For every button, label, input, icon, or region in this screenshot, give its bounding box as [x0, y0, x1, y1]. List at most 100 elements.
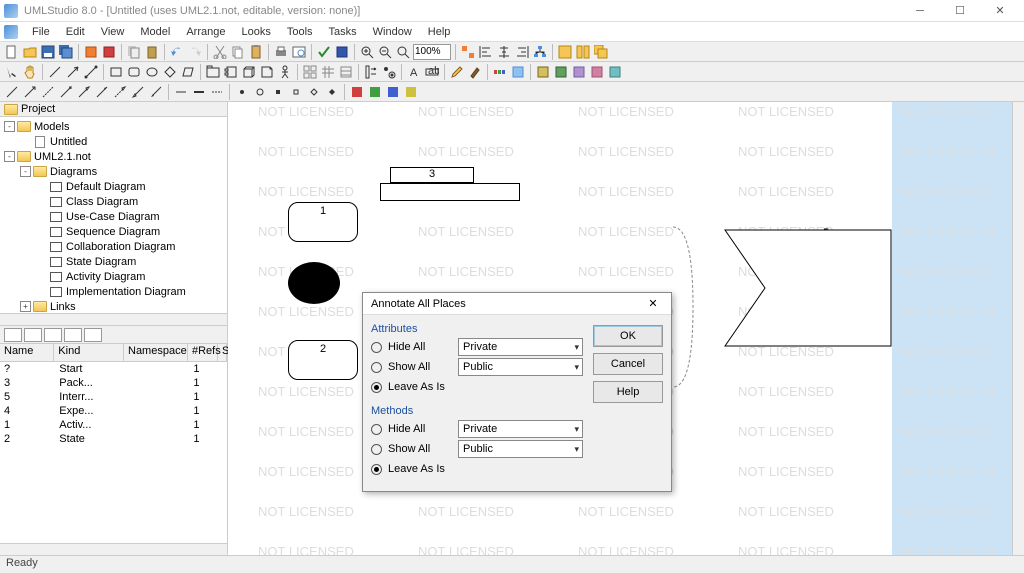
brush-icon[interactable] — [467, 64, 483, 80]
zoom-fit-icon[interactable] — [395, 44, 411, 60]
link8-icon[interactable] — [130, 84, 146, 100]
copy-icon[interactable] — [126, 44, 142, 60]
diamond-icon[interactable] — [162, 64, 178, 80]
menu-tools[interactable]: Tools — [279, 24, 321, 40]
table-row[interactable]: 1Activ...1 — [0, 418, 227, 432]
link7-icon[interactable] — [112, 84, 128, 100]
menu-edit[interactable]: Edit — [58, 24, 93, 40]
menu-window[interactable]: Window — [365, 24, 420, 40]
text-icon[interactable]: A — [406, 64, 422, 80]
tree-item[interactable]: -UML2.1.not — [0, 149, 227, 164]
menu-view[interactable]: View — [93, 24, 133, 40]
grid-tab-4[interactable] — [64, 328, 82, 342]
table-row[interactable]: 4Expe...1 — [0, 404, 227, 418]
copy2-icon[interactable] — [230, 44, 246, 60]
label-icon[interactable]: ab — [424, 64, 440, 80]
grid-tab-5[interactable] — [84, 328, 102, 342]
menu-arrange[interactable]: Arrange — [178, 24, 233, 40]
grid-header-cell[interactable]: Sul — [218, 344, 227, 361]
link1-icon[interactable] — [4, 84, 20, 100]
seq-icon[interactable] — [363, 64, 379, 80]
close-button[interactable]: ✕ — [980, 1, 1020, 21]
meth-leave-radio[interactable] — [371, 464, 382, 475]
zoom-combo[interactable] — [413, 44, 451, 60]
connector-icon[interactable] — [83, 64, 99, 80]
tree-item[interactable]: Sequence Diagram — [0, 224, 227, 239]
fill-icon[interactable] — [510, 64, 526, 80]
pointer-icon[interactable] — [4, 64, 20, 80]
grid-header-cell[interactable]: Name — [0, 344, 54, 361]
end5-icon[interactable] — [306, 84, 322, 100]
align-left-icon[interactable] — [478, 44, 494, 60]
layout-icon[interactable] — [460, 44, 476, 60]
package-icon[interactable] — [205, 64, 221, 80]
color3-icon[interactable] — [385, 84, 401, 100]
window3-icon[interactable] — [593, 44, 609, 60]
canvas-vscroll[interactable] — [1012, 102, 1024, 555]
model3-icon[interactable] — [589, 64, 605, 80]
link3-icon[interactable] — [40, 84, 56, 100]
parallelogram-icon[interactable] — [180, 64, 196, 80]
tree-item[interactable]: Default Diagram — [0, 179, 227, 194]
node-icon[interactable] — [241, 64, 257, 80]
open-icon[interactable] — [22, 44, 38, 60]
grid-tab-3[interactable] — [44, 328, 62, 342]
table-row[interactable]: ?Start1 — [0, 362, 227, 376]
menu-looks[interactable]: Looks — [233, 24, 278, 40]
style3-icon[interactable] — [209, 84, 225, 100]
attr-showall-combo[interactable]: Public — [458, 358, 583, 376]
meth-hideall-radio[interactable] — [371, 424, 382, 435]
shape-2[interactable]: 2 — [288, 340, 358, 380]
tree-toggle[interactable]: + — [20, 301, 31, 312]
grid3-icon[interactable] — [338, 64, 354, 80]
new-icon[interactable] — [4, 44, 20, 60]
attr-hideall-combo[interactable]: Private — [458, 338, 583, 356]
attr-leave-radio[interactable] — [371, 382, 382, 393]
style1-icon[interactable] — [173, 84, 189, 100]
rrect-icon[interactable] — [126, 64, 142, 80]
note-icon[interactable] — [259, 64, 275, 80]
tree-hscroll[interactable] — [0, 313, 227, 325]
check-icon[interactable] — [316, 44, 332, 60]
book-icon[interactable] — [334, 44, 350, 60]
meth-showall-radio[interactable] — [371, 444, 382, 455]
tree-item[interactable]: Untitled — [0, 134, 227, 149]
grid-body[interactable]: ?Start13Pack...15Interr...14Expe...11Act… — [0, 362, 227, 543]
ok-button[interactable]: OK — [593, 325, 663, 347]
grid2-icon[interactable] — [320, 64, 336, 80]
rect-icon[interactable] — [108, 64, 124, 80]
paste-icon[interactable] — [144, 44, 160, 60]
save-icon[interactable] — [40, 44, 56, 60]
menu-file[interactable]: File — [24, 24, 58, 40]
delete-icon[interactable] — [101, 44, 117, 60]
shape-5[interactable]: 5 — [725, 226, 895, 346]
end6-icon[interactable] — [324, 84, 340, 100]
grid1-icon[interactable] — [302, 64, 318, 80]
paste2-icon[interactable] — [248, 44, 264, 60]
tree-item[interactable]: Collaboration Diagram — [0, 239, 227, 254]
grid-tab-1[interactable] — [4, 328, 22, 342]
style2-icon[interactable] — [191, 84, 207, 100]
attr-hideall-radio[interactable] — [371, 342, 382, 353]
cut-icon[interactable] — [212, 44, 228, 60]
grid-header-cell[interactable]: Namespace — [124, 344, 188, 361]
ellipse-icon[interactable] — [144, 64, 160, 80]
link6-icon[interactable] — [94, 84, 110, 100]
link5-icon[interactable] — [76, 84, 92, 100]
cancel-button[interactable]: Cancel — [593, 353, 663, 375]
minimize-button[interactable]: ─ — [900, 1, 940, 21]
menu-help[interactable]: Help — [420, 24, 459, 40]
shape-3-body[interactable] — [380, 183, 520, 201]
palette-icon[interactable] — [492, 64, 508, 80]
help-button[interactable]: Help — [593, 381, 663, 403]
component-icon[interactable] — [223, 64, 239, 80]
link2-icon[interactable] — [22, 84, 38, 100]
maximize-button[interactable]: ☐ — [940, 1, 980, 21]
table-row[interactable]: 5Interr...1 — [0, 390, 227, 404]
close-icon-tb[interactable] — [83, 44, 99, 60]
color4-icon[interactable] — [403, 84, 419, 100]
tree-item[interactable]: -Diagrams — [0, 164, 227, 179]
tree-item[interactable]: Class Diagram — [0, 194, 227, 209]
link9-icon[interactable] — [148, 84, 164, 100]
zoom-in-icon[interactable] — [359, 44, 375, 60]
